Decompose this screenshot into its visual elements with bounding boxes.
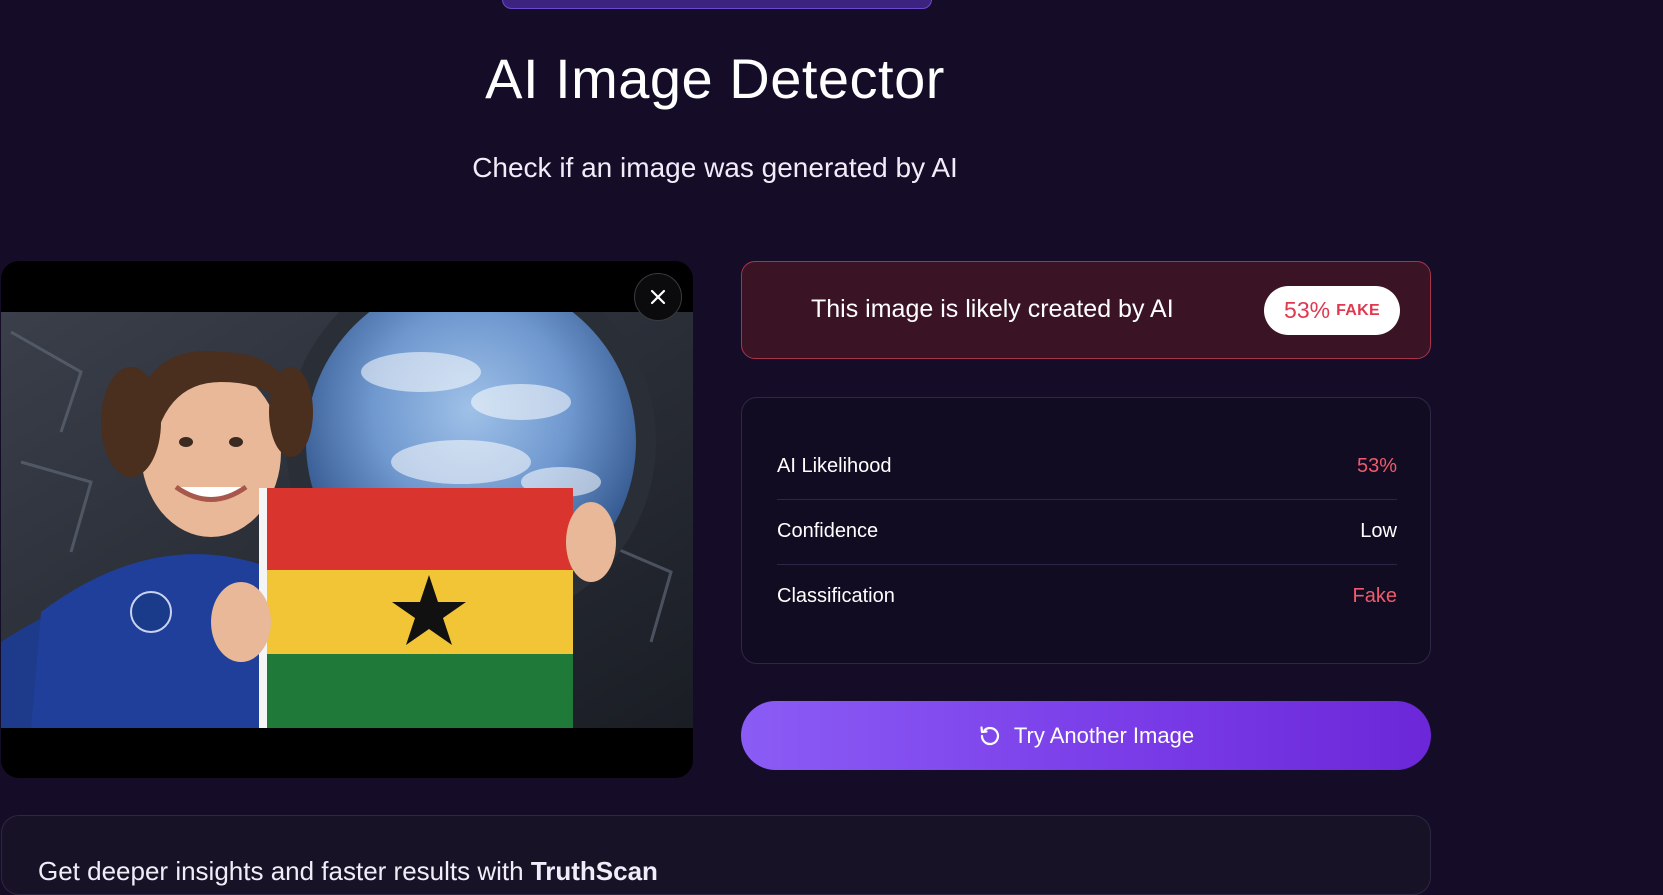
metric-value: 53% (1356, 455, 1397, 477)
metric-row-classification: Classification Fake (777, 564, 1397, 629)
metric-label: AI Likelihood (777, 455, 892, 477)
metric-row-confidence: Confidence Low (777, 499, 1397, 565)
top-pill-button[interactable] (502, 0, 932, 9)
metric-value: Low (1360, 520, 1397, 542)
promo-card: Get deeper insights and faster results w… (1, 815, 1431, 895)
score-percent: 53% (1284, 297, 1331, 323)
try-another-label: Try Another Image (1013, 722, 1195, 748)
promo-text: Get deeper insights and faster results w… (38, 856, 658, 887)
score-badge: 53% FAKE (1264, 286, 1400, 335)
score-label: FAKE (1336, 301, 1380, 319)
close-icon (650, 289, 666, 305)
verdict-text: This image is likely created by AI (811, 295, 1174, 323)
metric-row-ai-likelihood: AI Likelihood 53% (777, 434, 1397, 500)
page-title: AI Image Detector (485, 47, 945, 110)
promo-text-prefix: Get deeper insights and faster results w… (38, 856, 531, 886)
promo-brand: TruthScan (530, 856, 658, 886)
close-image-button[interactable] (634, 273, 682, 321)
metrics-card: AI Likelihood 53% Confidence Low Classif… (741, 397, 1431, 664)
metric-label: Confidence (777, 520, 879, 542)
verdict-banner: This image is likely created by AI 53% F… (741, 261, 1431, 359)
uploaded-image (1, 312, 693, 728)
try-another-image-button[interactable]: Try Another Image (741, 701, 1431, 770)
uploaded-image-panel (1, 261, 693, 778)
metric-value: Fake (1352, 585, 1397, 607)
page-subtitle: Check if an image was generated by AI (472, 152, 958, 183)
metric-label: Classification (777, 585, 895, 607)
refresh-icon (980, 725, 999, 745)
